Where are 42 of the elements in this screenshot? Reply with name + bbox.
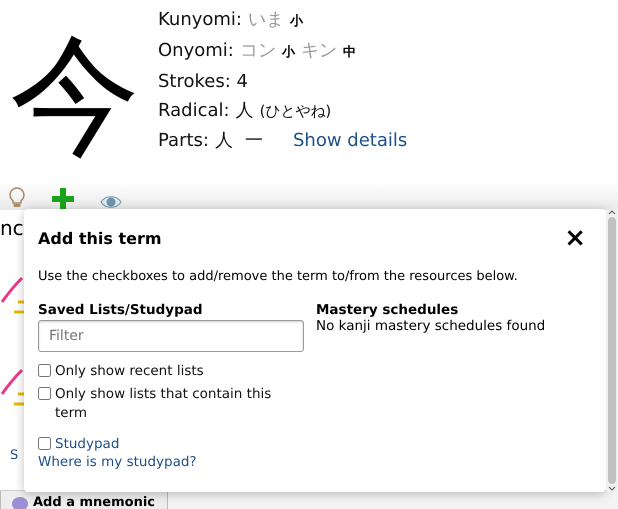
close-button[interactable]: × — [558, 225, 592, 251]
add-mnemonic-button[interactable]: Add a mnemonic — [0, 491, 168, 509]
section-heading: Saved Lists/Studypad — [38, 302, 204, 318]
checkbox-label[interactable]: Only show lists that contain this term — [55, 385, 304, 423]
radical-value: 人 — [236, 99, 254, 123]
strokes-text: Strokes: 4 — [158, 70, 248, 94]
stroke-order-drawing — [0, 368, 24, 408]
checkbox[interactable] — [38, 364, 51, 377]
parts-label: Parts: — [158, 129, 209, 153]
dialog-title: Add this term — [38, 228, 162, 248]
reading-text: キン — [300, 39, 337, 63]
radical-name: (ひとやね) — [260, 101, 332, 122]
grade-mark: 小 — [282, 44, 295, 62]
studypad-link[interactable]: Studypad — [55, 435, 120, 454]
show-details-link[interactable]: Show details — [292, 126, 408, 155]
grade-mark: 中 — [342, 44, 356, 62]
reading-text: コン — [240, 39, 276, 63]
kunyomi-label: Kunyomi: — [158, 8, 242, 32]
section-heading: Mastery schedules — [316, 302, 460, 318]
part-character: 人 — [214, 129, 233, 153]
grade-mark: 小 — [290, 13, 303, 31]
onyomi-label: Onyomi: — [158, 39, 234, 63]
help-link[interactable]: Where is my studypad? — [38, 454, 304, 470]
cut-link[interactable]: S — [10, 448, 18, 463]
stroke-order-drawing — [0, 276, 24, 316]
eye-icon[interactable] — [100, 194, 122, 210]
radical-label: Radical: — [158, 99, 230, 123]
part-character: 一 — [244, 129, 263, 153]
checkbox[interactable] — [38, 387, 51, 400]
empty-message: No kanji mastery schedules found — [316, 318, 546, 334]
checkbox[interactable] — [38, 437, 51, 450]
reading-text: いま — [248, 8, 284, 32]
cut-text: nc — [0, 216, 22, 240]
kanji-character: 今 — [9, 18, 141, 173]
dialog-description: Use the checkboxes to add/remove the term to/from the resources below. — [38, 269, 519, 284]
scroll-up-icon[interactable] — [608, 209, 616, 215]
scroll-down-icon[interactable] — [608, 486, 616, 492]
scrollbar-thumb[interactable] — [608, 217, 616, 484]
lightbulb-icon[interactable] — [8, 186, 26, 210]
filter-field[interactable]: Filter — [38, 320, 304, 352]
plus-icon[interactable] — [52, 188, 74, 210]
checkbox-label[interactable]: Only show recent lists — [55, 362, 204, 381]
